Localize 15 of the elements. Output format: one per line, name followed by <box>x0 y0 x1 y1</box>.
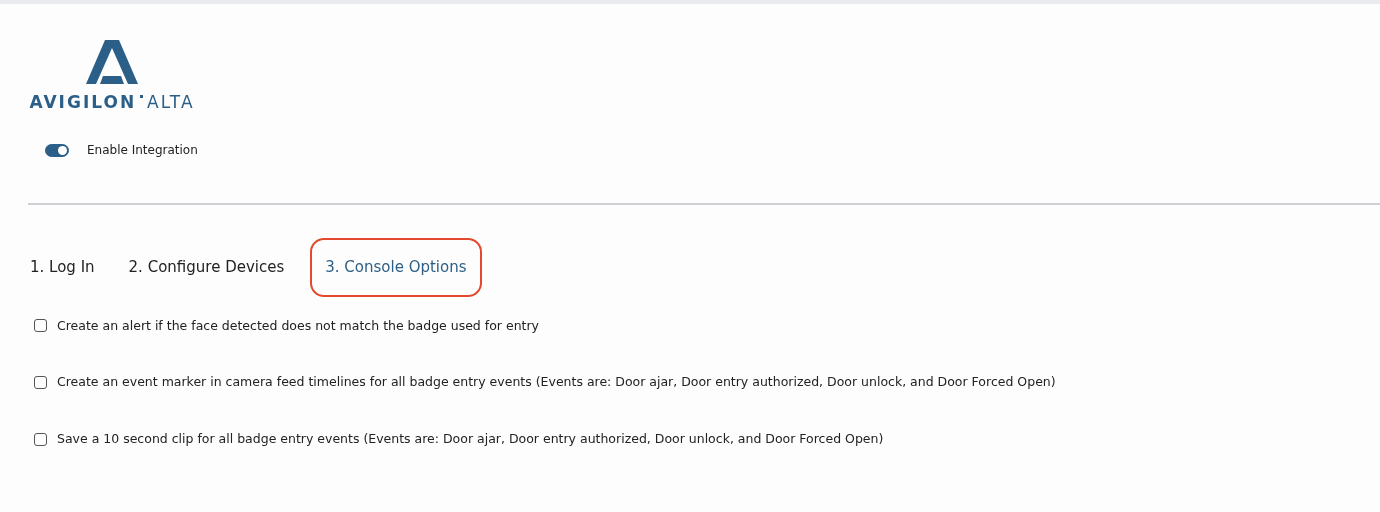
logo-brand-text: AVIGILON <box>29 94 137 111</box>
step-tab[interactable]: 3. Console Options <box>310 238 482 297</box>
option-checkbox[interactable] <box>34 432 47 446</box>
logo-product-text: ALTA <box>147 94 195 111</box>
option-label: Create an event marker in camera feed timelines for all badge entry events (Events are: Door ajar, Door entry authorized, Door unlock, and Door Forced Open) <box>57 373 1056 392</box>
option-label: Create an alert if the face detected does not match the badge used for entry <box>57 316 539 335</box>
toggle-label: Enable Integration <box>87 142 198 159</box>
option-label: Save a 10 second clip for all badge entry events (Events are: Door ajar, Door entry authorized, Door unlock, and Door Forced Open) <box>57 430 884 448</box>
option-checkbox[interactable] <box>34 319 47 333</box>
step-tab[interactable]: 2. Configure Devices <box>120 238 293 297</box>
trademark-mark <box>140 95 144 98</box>
logo-icon <box>86 40 138 84</box>
integration-toggle[interactable] <box>45 143 69 157</box>
option-checkbox[interactable] <box>34 376 47 390</box>
step-tab[interactable]: 1. Log In <box>22 238 103 297</box>
